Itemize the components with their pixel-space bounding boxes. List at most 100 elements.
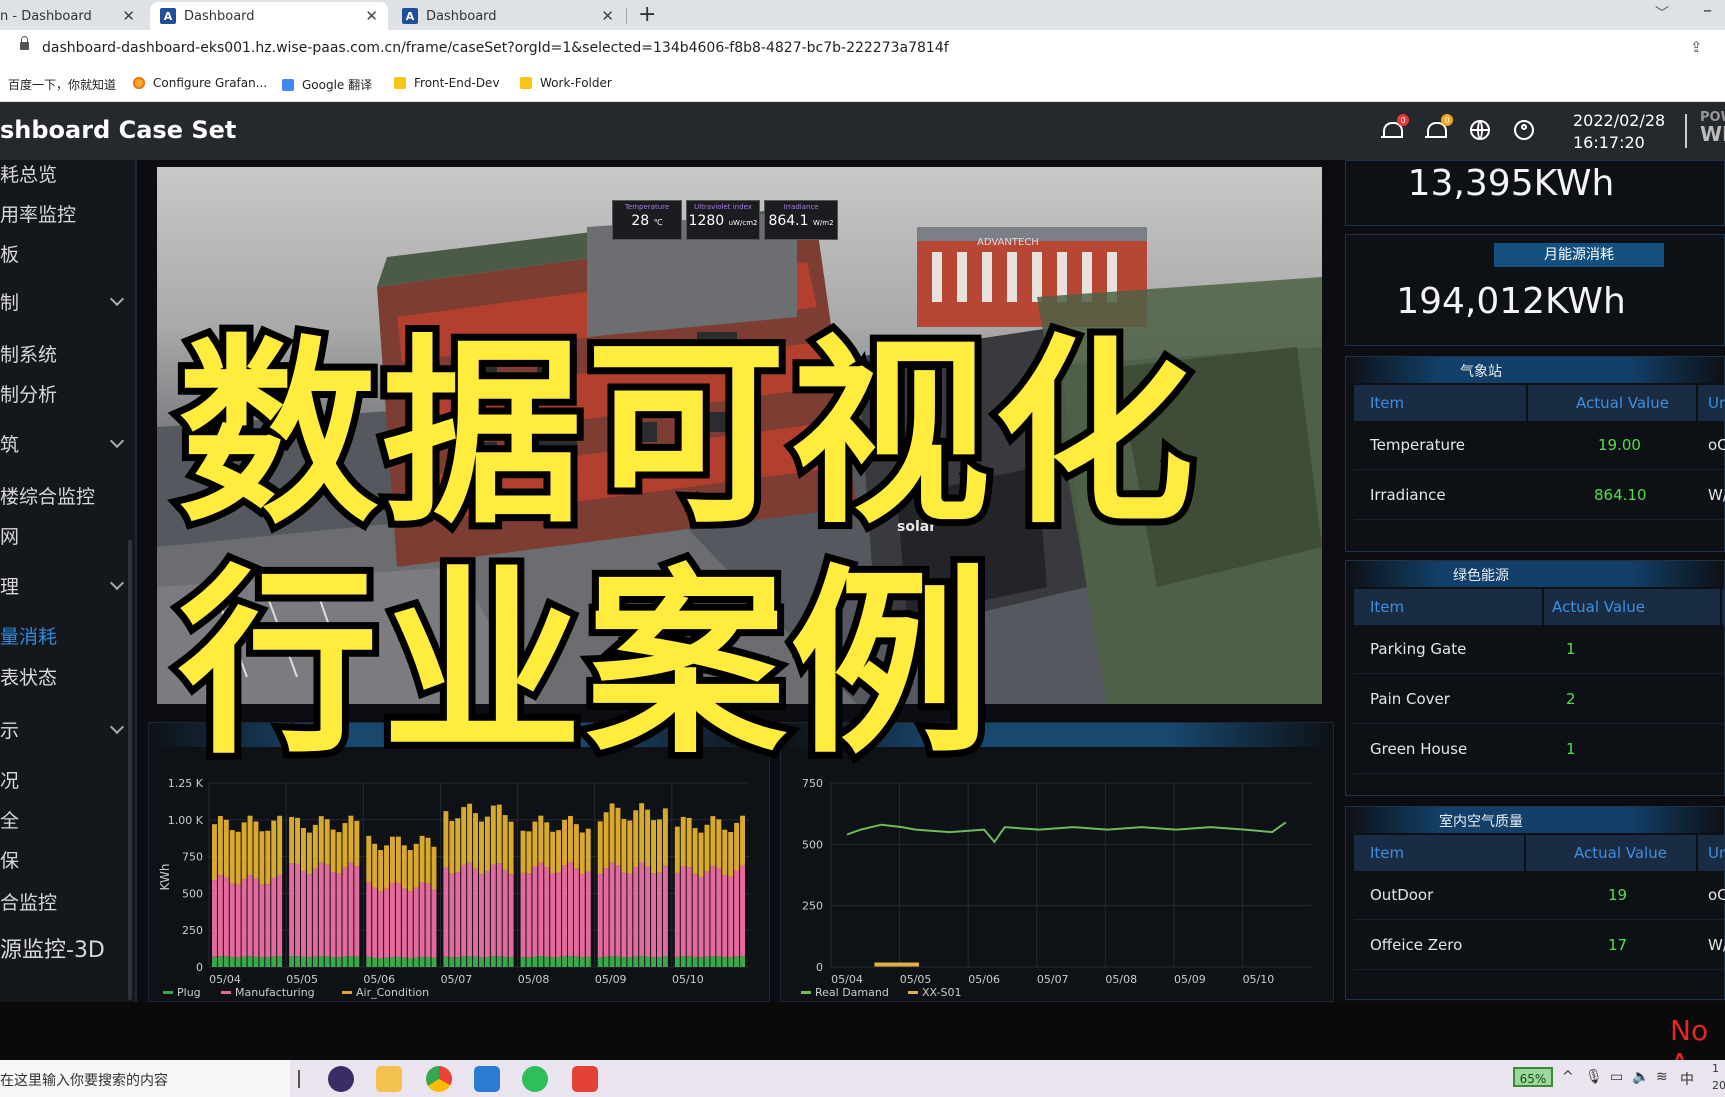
vscode-app-icon[interactable] <box>474 1066 500 1092</box>
bar <box>289 956 295 967</box>
alarm-bell-button[interactable]: 0 <box>1381 114 1409 142</box>
file-explorer-icon[interactable] <box>376 1066 402 1092</box>
chevron-down-icon[interactable] <box>109 719 125 735</box>
header-date: 2022/02/28 <box>1573 111 1666 130</box>
bar <box>538 815 544 863</box>
volume-icon[interactable]: 🔈 <box>1632 1069 1649 1085</box>
x-tick-label: 05/09 <box>595 973 627 986</box>
sidebar-item[interactable]: 制 <box>0 288 19 315</box>
bar <box>354 866 360 957</box>
chevron-down-icon[interactable] <box>109 433 125 449</box>
notification-bell-button[interactable]: 0 <box>1425 114 1453 142</box>
bar <box>556 830 562 873</box>
monthly-energy-panel: 月能源消耗 194,012KWh <box>1345 234 1725 346</box>
bar <box>259 884 265 958</box>
bar <box>295 863 300 957</box>
sidebar-item[interactable]: 表状态 <box>0 663 57 690</box>
bar <box>490 956 496 967</box>
bar <box>639 803 645 863</box>
sidebar-item[interactable]: 示 <box>0 716 19 743</box>
chrome-app-icon[interactable] <box>426 1066 452 1092</box>
sidebar-item[interactable]: 制分析 <box>0 380 57 407</box>
bar <box>627 873 633 958</box>
bar <box>235 831 241 885</box>
browser-tab-1[interactable]: n - Dashboard ✕ <box>0 2 145 30</box>
wifi-icon[interactable]: ≋ <box>1656 1069 1668 1085</box>
bar <box>674 826 680 873</box>
sensor-irradiance[interactable]: Irradiance 864.1 W/m2 <box>764 200 838 240</box>
sidebar-item[interactable]: 量消耗 <box>0 622 57 649</box>
sidebar-item[interactable]: 耗总览 <box>0 160 57 187</box>
sidebar-item[interactable]: 况 <box>0 766 19 793</box>
microphone-icon[interactable]: 🎙 <box>1585 1069 1603 1085</box>
bar <box>716 868 722 957</box>
sidebar-item[interactable]: 网 <box>0 522 19 549</box>
sidebar-item[interactable]: 筑 <box>0 430 19 457</box>
url-field[interactable]: dashboard-dashboard-eks001.hz.wise-paas.… <box>42 40 949 56</box>
window-minimize-button[interactable]: – <box>1703 0 1712 21</box>
bookmark-google-translate[interactable]: Google 翻译 <box>282 76 372 93</box>
sidebar-item[interactable]: 合监控 <box>0 888 57 915</box>
chevron-down-icon[interactable] <box>109 575 125 591</box>
sidebar-item[interactable]: 制系统 <box>0 340 57 367</box>
bar <box>253 878 259 957</box>
close-tab-icon[interactable]: ✕ <box>365 7 378 25</box>
bar <box>645 956 651 967</box>
sidebar-item[interactable]: 楼综合监控 <box>0 482 95 509</box>
close-tab-icon[interactable]: ✕ <box>601 7 614 25</box>
task-view-icon[interactable] <box>298 1070 300 1088</box>
sidebar-item[interactable]: 保 <box>0 846 19 873</box>
bar <box>473 956 478 967</box>
bar <box>366 882 372 957</box>
notification-badge: 0 <box>1397 114 1409 126</box>
sidebar-item[interactable]: 源监控-3D <box>0 932 105 964</box>
overlay-headline-line1: 数据可视化 <box>171 318 1201 551</box>
bar <box>336 957 342 967</box>
bar <box>609 862 615 957</box>
bar <box>223 956 229 967</box>
tab-label: n - Dashboard <box>0 8 92 24</box>
battery-icon[interactable]: ▭ <box>1610 1069 1623 1085</box>
sidebar-item[interactable]: 用率监控 <box>0 200 76 227</box>
grafana-icon <box>133 77 145 89</box>
browser-tab-3[interactable]: A Dashboard ✕ <box>392 2 624 30</box>
bookmark-baidu[interactable]: 百度一下，你就知道 <box>8 76 116 93</box>
sensor-temperature[interactable]: Temperature 28 ℃ <box>612 200 682 240</box>
obs-app-icon[interactable] <box>328 1066 354 1092</box>
bar <box>704 871 710 957</box>
close-tab-icon[interactable]: ✕ <box>122 7 135 25</box>
bar <box>645 866 651 957</box>
bar <box>568 956 573 967</box>
bar <box>301 870 306 957</box>
taskbar-clock[interactable]: 1 202 <box>1712 1060 1725 1094</box>
browser-tab-2[interactable]: A Dashboard ✕ <box>150 2 388 30</box>
lock-icon[interactable] <box>20 36 29 50</box>
wps-app-icon[interactable] <box>572 1066 598 1092</box>
bookmark-front-end-dev[interactable]: Front-End-Dev <box>394 76 500 90</box>
bookmark-work-folder[interactable]: Work-Folder <box>520 76 612 90</box>
bar <box>692 828 698 874</box>
new-tab-button[interactable]: + <box>638 2 656 27</box>
sidebar-item[interactable]: 理 <box>0 572 19 599</box>
bar <box>241 879 247 957</box>
sidebar-scrollbar[interactable] <box>128 540 132 1000</box>
bookmark-grafana[interactable]: Configure Grafan... <box>133 76 267 90</box>
table-header: Item Actual Value <box>1354 589 1724 625</box>
taskbar-search-box[interactable]: 在这里输入你要搜索的内容 <box>0 1060 290 1097</box>
chevron-down-icon[interactable] <box>109 291 125 307</box>
language-button[interactable] <box>1470 120 1492 142</box>
ime-indicator[interactable]: 中 <box>1680 1069 1694 1089</box>
user-menu-button[interactable] <box>1514 120 1536 142</box>
wechat-app-icon[interactable] <box>522 1066 548 1092</box>
tab-search-chevron-icon[interactable]: ﹀ <box>1655 3 1669 23</box>
sidebar-item[interactable]: 全 <box>0 806 19 833</box>
indoor-air-quality-panel: 室内空气质量 Item Actual Value Un OutDoor 19 o… <box>1345 806 1725 1000</box>
bar <box>603 812 609 869</box>
bar <box>449 820 455 874</box>
battery-indicator[interactable]: 65% <box>1513 1067 1553 1087</box>
bar <box>461 807 467 865</box>
sensor-ultraviolet[interactable]: Ultraviolet index 1280 uW/cm2 <box>686 200 760 240</box>
sidebar-item[interactable]: 板 <box>0 240 19 267</box>
share-icon[interactable]: ⇪ <box>1690 38 1703 56</box>
tray-expand-icon[interactable]: ^ <box>1562 1069 1574 1085</box>
